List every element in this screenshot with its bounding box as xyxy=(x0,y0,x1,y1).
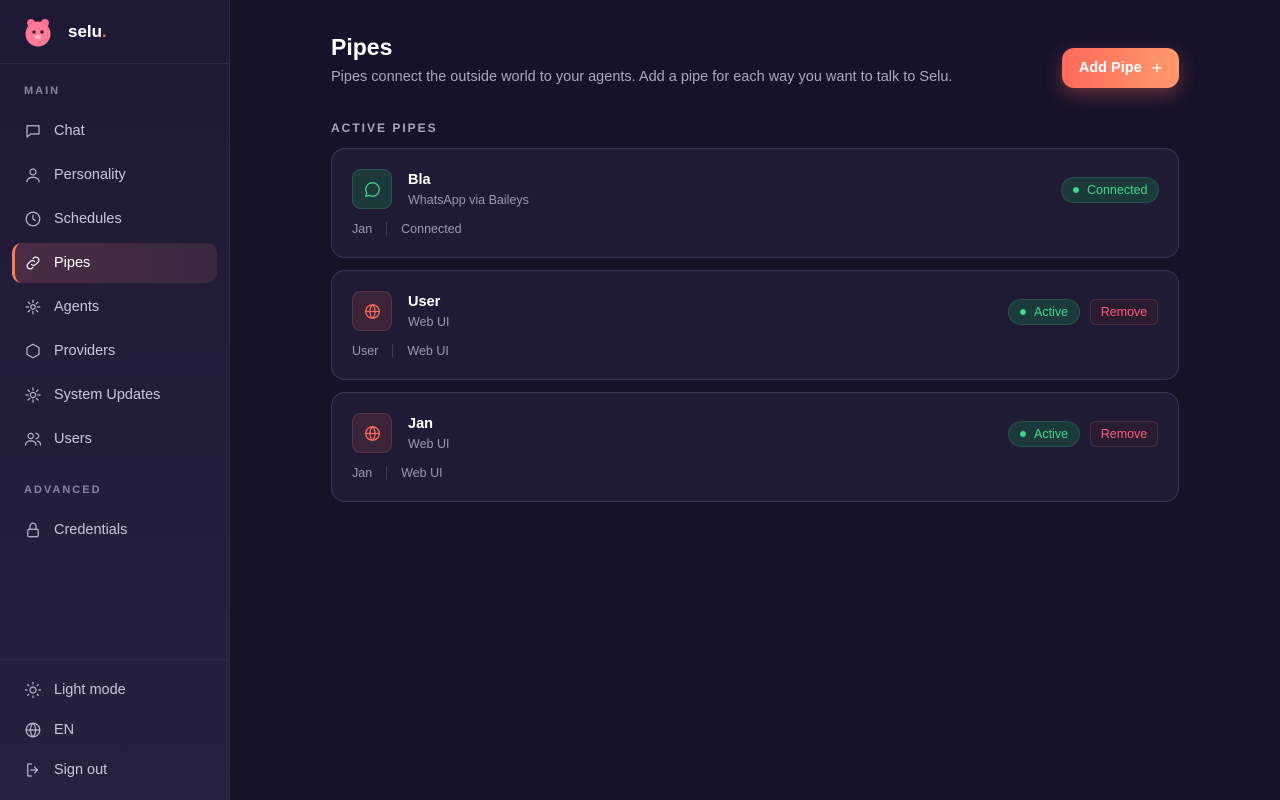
page-subtitle: Pipes connect the outside world to your … xyxy=(331,69,953,85)
pipe-meta-info: Web UI xyxy=(401,466,443,480)
sidebar-item-pipes[interactable]: Pipes xyxy=(12,243,217,283)
clock-icon xyxy=(24,210,42,228)
status-text: Active xyxy=(1034,305,1069,319)
globe-icon xyxy=(352,413,392,453)
sidebar-item-label: Light mode xyxy=(54,682,126,698)
sidebar-item-label: System Updates xyxy=(54,387,161,403)
brand[interactable]: selu. xyxy=(0,0,229,64)
sidebar-item-label: Providers xyxy=(54,343,116,359)
status-text: Active xyxy=(1034,427,1069,441)
pipe-name: User xyxy=(408,294,441,310)
meta-divider xyxy=(386,466,388,480)
whatsapp-icon xyxy=(352,169,392,209)
brand-name: selu. xyxy=(68,21,107,41)
status-badge: Active xyxy=(1008,421,1081,447)
pipe-meta: Jan Connected xyxy=(352,222,462,236)
sidebar-item-label: Pipes xyxy=(54,255,91,271)
sidebar-item-system-updates[interactable]: System Updates xyxy=(12,375,217,415)
sidebar-item-label: Users xyxy=(54,431,92,447)
add-pipe-label: Add Pipe xyxy=(1078,60,1142,76)
sidebar-item-label: Chat xyxy=(54,123,85,139)
bear-logo-icon xyxy=(25,18,51,46)
section-label-main: MAIN xyxy=(24,85,61,97)
meta-divider xyxy=(386,222,388,236)
add-pipe-button[interactable]: Add Pipe + xyxy=(1062,48,1179,88)
hexagon-icon xyxy=(24,342,42,360)
user-icon xyxy=(24,166,42,184)
sidebar-item-label: Schedules xyxy=(54,211,122,227)
agents-icon xyxy=(24,298,42,316)
sidebar-item-label: EN xyxy=(54,722,75,738)
status-badge: Connected xyxy=(1061,177,1160,203)
pipe-meta: Jan Web UI xyxy=(352,466,443,480)
pipe-name: Bla xyxy=(408,172,431,188)
pipe-type: Web UI xyxy=(408,437,450,451)
section-heading-active-pipes: ACTIVE PIPES xyxy=(331,121,438,135)
sidebar: selu. MAIN Chat Personality Schedules Pi… xyxy=(0,0,230,800)
section-label-advanced: ADVANCED xyxy=(24,484,102,496)
sidebar-item-credentials[interactable]: Credentials xyxy=(12,510,217,550)
pipe-owner: User xyxy=(352,344,379,358)
sign-out-button[interactable]: Sign out xyxy=(12,750,217,790)
sidebar-item-label: Credentials xyxy=(54,522,128,538)
sidebar-item-users[interactable]: Users xyxy=(12,419,217,459)
pipe-type: Web UI xyxy=(408,315,450,329)
link-icon xyxy=(24,254,42,272)
pipe-meta-info: Web UI xyxy=(407,344,449,358)
pipe-owner: Jan xyxy=(352,222,373,236)
sun-icon xyxy=(24,681,42,699)
remove-pipe-button[interactable]: Remove xyxy=(1090,421,1158,447)
sidebar-item-label: Agents xyxy=(54,299,100,315)
status-badge: Active xyxy=(1008,299,1081,325)
pipe-meta-info: Connected xyxy=(401,222,462,236)
meta-divider xyxy=(392,344,394,358)
language-selector[interactable]: EN xyxy=(12,710,217,750)
sidebar-item-chat[interactable]: Chat xyxy=(12,111,217,151)
pipe-card: Jan Web UI Jan Web UI Active Remove xyxy=(331,392,1179,502)
plus-icon: + xyxy=(1151,58,1163,78)
sidebar-item-agents[interactable]: Agents xyxy=(12,287,217,327)
pipe-type: WhatsApp via Baileys xyxy=(408,193,529,207)
lock-icon xyxy=(24,521,42,539)
status-text: Connected xyxy=(1087,183,1148,197)
pipe-card: User Web UI User Web UI Active Remove xyxy=(331,270,1179,380)
globe-icon xyxy=(352,291,392,331)
pipe-meta: User Web UI xyxy=(352,344,449,358)
gear-icon xyxy=(24,386,42,404)
pipe-name: Jan xyxy=(408,416,433,432)
pipe-card: Bla WhatsApp via Baileys Jan Connected C… xyxy=(331,148,1179,258)
status-dot-icon xyxy=(1020,309,1026,315)
sidebar-item-label: Personality xyxy=(54,167,126,183)
globe-icon xyxy=(24,721,42,739)
sign-out-icon xyxy=(24,761,42,779)
status-dot-icon xyxy=(1073,187,1079,193)
sidebar-item-personality[interactable]: Personality xyxy=(12,155,217,195)
status-dot-icon xyxy=(1020,431,1026,437)
chat-icon xyxy=(24,122,42,140)
pipe-owner: Jan xyxy=(352,466,373,480)
sidebar-item-label: Sign out xyxy=(54,762,108,778)
sidebar-item-schedules[interactable]: Schedules xyxy=(12,199,217,239)
light-mode-toggle[interactable]: Light mode xyxy=(12,670,217,710)
users-icon xyxy=(24,430,42,448)
remove-pipe-button[interactable]: Remove xyxy=(1090,299,1158,325)
sidebar-item-providers[interactable]: Providers xyxy=(12,331,217,371)
page-title: Pipes xyxy=(331,34,393,60)
